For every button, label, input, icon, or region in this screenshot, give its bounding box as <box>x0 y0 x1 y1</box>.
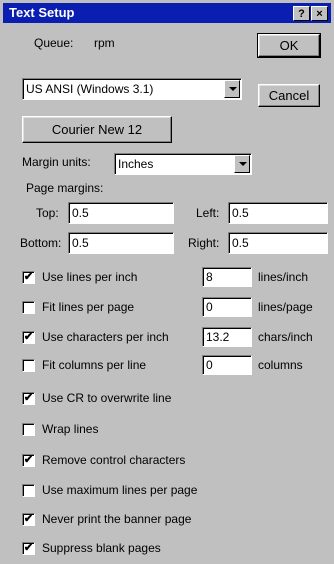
chevron-down-icon[interactable] <box>224 80 240 98</box>
check-mark-icon: ✔ <box>23 331 34 343</box>
use-cr-overwrite-checkbox[interactable]: ✔ <box>22 392 35 405</box>
margin-units-label: Margin units: <box>22 155 91 169</box>
wrap-lines-label: Wrap lines <box>42 422 99 436</box>
font-button[interactable]: Courier New 12 <box>22 116 172 143</box>
check-mark-icon: ✔ <box>23 454 34 466</box>
queue-label: Queue: <box>34 36 74 50</box>
fit-lines-per-page-label: Fit lines per page <box>42 300 135 314</box>
use-max-lines-checkbox[interactable] <box>22 484 35 497</box>
remove-control-chars-label: Remove control characters <box>42 453 186 467</box>
ok-button[interactable]: OK <box>257 33 321 58</box>
use-lines-per-inch-checkbox[interactable]: ✔ <box>22 271 35 284</box>
check-mark-icon: ✔ <box>23 392 34 404</box>
driver-select[interactable]: US ANSI (Windows 3.1) <box>22 78 242 100</box>
left-margin-label: Left: <box>196 206 220 220</box>
lines-per-page-field[interactable]: 0 <box>202 297 252 317</box>
close-button[interactable]: × <box>311 6 328 21</box>
lines-per-page-unit: lines/page <box>258 300 313 314</box>
top-margin-field[interactable]: 0.5 <box>68 202 174 224</box>
lines-per-inch-field[interactable]: 8 <box>202 267 252 287</box>
use-chars-per-inch-label: Use characters per inch <box>42 330 169 344</box>
bottom-margin-field[interactable]: 0.5 <box>68 232 174 254</box>
left-margin-field[interactable]: 0.5 <box>228 202 328 224</box>
right-margin-label: Right: <box>188 236 220 250</box>
chars-per-inch-unit: chars/inch <box>258 330 313 344</box>
fit-columns-per-line-checkbox[interactable] <box>22 359 35 372</box>
lines-per-inch-unit: lines/inch <box>258 270 309 284</box>
dialog-title: Text Setup <box>9 5 75 20</box>
suppress-blank-pages-label: Suppress blank pages <box>42 541 161 555</box>
use-max-lines-label: Use maximum lines per page <box>42 483 198 497</box>
top-margin-label: Top: <box>36 206 59 220</box>
check-mark-icon: ✔ <box>23 271 34 283</box>
wrap-lines-checkbox[interactable] <box>22 423 35 436</box>
columns-unit: columns <box>258 358 303 372</box>
queue-value: rpm <box>94 36 115 50</box>
fit-lines-per-page-checkbox[interactable] <box>22 301 35 314</box>
right-margin-field[interactable]: 0.5 <box>228 232 328 254</box>
cancel-button[interactable]: Cancel <box>258 84 320 107</box>
margin-units-value: Inches <box>118 157 154 171</box>
page-margins-heading: Page margins: <box>26 181 104 195</box>
driver-select-value: US ANSI (Windows 3.1) <box>26 82 154 96</box>
columns-field[interactable]: 0 <box>202 355 252 375</box>
help-button[interactable]: ? <box>293 6 310 21</box>
chars-per-inch-field[interactable]: 13.2 <box>202 327 252 347</box>
never-print-banner-label: Never print the banner page <box>42 512 192 526</box>
use-cr-overwrite-label: Use CR to overwrite line <box>42 391 172 405</box>
title-bar: Text Setup ? × <box>3 3 331 23</box>
remove-control-chars-checkbox[interactable]: ✔ <box>22 454 35 467</box>
bottom-margin-label: Bottom: <box>20 236 62 250</box>
text-setup-dialog: Text Setup ? × Queue: rpm OK Cancel US A… <box>0 0 334 564</box>
check-mark-icon: ✔ <box>23 542 34 554</box>
never-print-banner-checkbox[interactable]: ✔ <box>22 513 35 526</box>
suppress-blank-pages-checkbox[interactable]: ✔ <box>22 542 35 555</box>
check-mark-icon: ✔ <box>23 513 34 525</box>
use-chars-per-inch-checkbox[interactable]: ✔ <box>22 331 35 344</box>
use-lines-per-inch-label: Use lines per inch <box>42 270 138 284</box>
margin-units-select[interactable]: Inches <box>114 153 252 175</box>
chevron-down-icon[interactable] <box>234 155 250 173</box>
fit-columns-per-line-label: Fit columns per line <box>42 358 147 372</box>
